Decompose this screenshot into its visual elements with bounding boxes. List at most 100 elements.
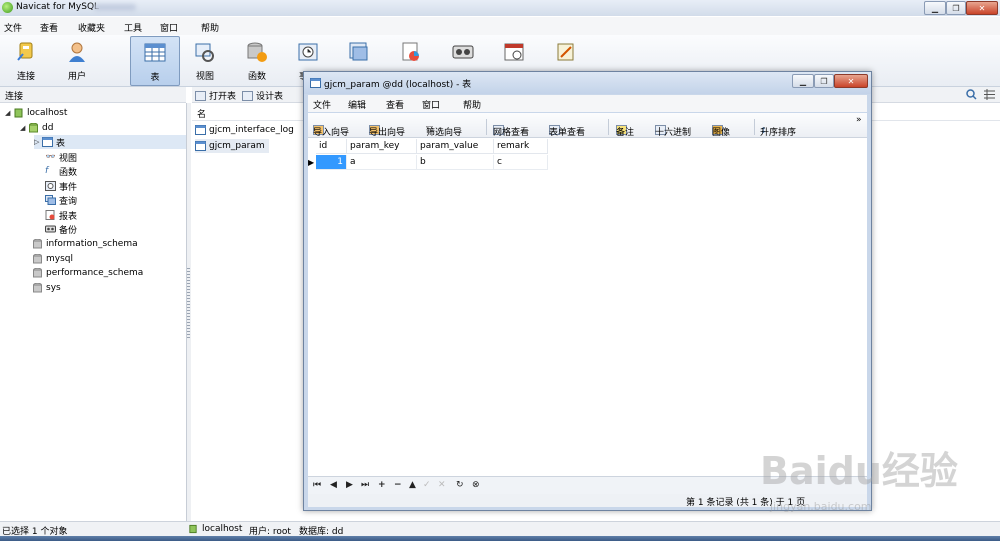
tree-item-information-schema[interactable]: information_schema (32, 237, 138, 251)
last-record-icon[interactable]: ⏭ (361, 480, 369, 490)
grid-cell-param-value[interactable]: b (417, 155, 494, 170)
import-wizard-label: 导入向导 (313, 128, 350, 138)
tree-label-functions: 函数 (59, 167, 78, 178)
grid-view-icon[interactable] (984, 89, 995, 100)
tree-label-views: 视图 (59, 153, 78, 164)
add-record-icon[interactable]: + (378, 480, 386, 490)
maximize-button[interactable]: ❐ (946, 1, 966, 15)
toolbar-connection-label: 连接 (16, 72, 35, 82)
form-view-label: 表单查看 (549, 128, 586, 138)
open-table-button[interactable]: 打开表 (195, 89, 236, 102)
menu-view[interactable]: 查看 (40, 21, 58, 34)
stop-icon[interactable]: ⊗ (472, 480, 480, 490)
menu-favorites[interactable]: 收藏夹 (78, 21, 105, 34)
menu-file[interactable]: 文件 (4, 21, 22, 34)
windows-taskbar (0, 536, 1000, 541)
table-window-minimize-button[interactable]: ▁ (792, 74, 814, 88)
grid-header-id[interactable]: id (316, 139, 347, 154)
image-label: 图像 (712, 128, 731, 138)
next-record-icon[interactable]: ▶ (346, 480, 353, 490)
close-button[interactable]: ✕ (966, 1, 998, 15)
hex-label: 十六进制 (655, 128, 692, 138)
table-item-gjcm-interface-log[interactable]: gjcm_interface_log (195, 123, 294, 137)
toolbar-user-button[interactable]: 用户 (53, 36, 101, 84)
menu-tools[interactable]: 工具 (124, 21, 142, 34)
event-icon (45, 181, 56, 191)
column-name-header[interactable]: 名 (197, 107, 206, 120)
menu-window[interactable]: 窗口 (160, 21, 178, 34)
tree-item-queries[interactable]: 查询 (45, 193, 77, 207)
toolbar-table-button[interactable]: 表 (130, 36, 180, 86)
splitter-grip[interactable] (187, 268, 190, 338)
toolbar-overflow-icon[interactable]: » (856, 115, 862, 125)
child-menu-edit[interactable]: 编辑 (348, 98, 366, 111)
tree-item-performance-schema[interactable]: performance_schema (32, 266, 143, 280)
tree-item-reports[interactable]: 报表 (45, 208, 77, 222)
table-item-gjcm-param[interactable]: gjcm_param (195, 139, 269, 153)
sort-ascending-label: 升序排序 (760, 128, 797, 138)
event-icon (298, 43, 318, 61)
title-redaction (94, 4, 136, 11)
tree-item-dd[interactable]: ◢ dd (20, 121, 53, 135)
grid-view-label: 网格查看 (493, 128, 530, 138)
toolbar-function-button[interactable]: 函数 (233, 36, 281, 84)
table-window-toolbar: 导入向导 导出向导 ▽ 筛选向导 网格查看 表单查看 备注 十六进制 图像 ↕ 升序… (308, 113, 867, 138)
search-icon[interactable] (966, 89, 977, 100)
design-table-label: 设计表 (256, 92, 284, 102)
first-record-icon[interactable]: ⏮ (313, 480, 321, 490)
tree-label-events: 事件 (59, 182, 78, 193)
model-icon (557, 43, 574, 61)
child-menu-help[interactable]: 帮助 (463, 98, 481, 111)
tree-label-queries: 查询 (59, 196, 78, 207)
tree-item-events[interactable]: 事件 (45, 179, 77, 193)
view-icon: 👓 (45, 152, 56, 161)
tree-label-tables: 表 (56, 138, 66, 149)
tree-item-views[interactable]: 👓 视图 (45, 150, 78, 164)
menu-help[interactable]: 帮助 (201, 21, 219, 34)
tree-item-localhost[interactable]: ◢ localhost (5, 106, 67, 120)
menu-bar: 文件 查看 收藏夹 工具 窗口 帮助 (0, 17, 1000, 35)
baidu-watermark-url: jingyan.baidu.com (770, 500, 872, 513)
function-icon: f (45, 166, 49, 176)
grid-header-param-key[interactable]: param_key (347, 139, 417, 154)
tree-item-mysql[interactable]: mysql (32, 252, 73, 266)
design-table-button[interactable]: 设计表 (242, 89, 283, 102)
title-bar (0, 0, 1000, 16)
delete-record-icon[interactable]: − (394, 480, 402, 490)
status-bar: 已选择 1 个对象 localhost 用户: root 数据库: dd (0, 521, 1000, 537)
view-icon (195, 43, 214, 62)
baidu-watermark: Baidu经验 (760, 449, 958, 493)
apply-changes-icon[interactable]: ▲ (409, 480, 416, 490)
tree-item-tables[interactable]: ▷ 表 (34, 135, 186, 149)
grid-cell-id[interactable]: 1 (316, 155, 347, 170)
tree-label-backups: 备份 (59, 225, 78, 236)
grid-cell-param-key[interactable]: a (347, 155, 417, 170)
toolbar-view-button[interactable]: 视图 (181, 36, 229, 84)
connection-pane-header: 连接 (0, 87, 186, 103)
prior-record-icon[interactable]: ◀ (330, 480, 337, 490)
grid-header-remark[interactable]: remark (494, 139, 548, 154)
user-icon (69, 42, 85, 62)
refresh-icon[interactable]: ↻ (456, 480, 464, 490)
table-window-close-button[interactable]: ✕ (834, 74, 868, 88)
grid-cell-remark[interactable]: c (494, 155, 548, 170)
query-icon (45, 195, 56, 205)
tree-item-functions[interactable]: f 函数 (45, 164, 77, 178)
export-wizard-label: 导出向导 (369, 128, 406, 138)
tree-item-backups[interactable]: 备份 (45, 222, 77, 236)
tree-item-sys[interactable]: sys (32, 281, 61, 295)
grid-header-param-value[interactable]: param_value (417, 139, 494, 154)
table-window-titlebar[interactable]: gjcm_param @dd (localhost) - 表 ▁ ❐ ✕ (304, 72, 871, 94)
database-icon (33, 283, 42, 293)
child-menu-view[interactable]: 查看 (386, 98, 404, 111)
toolbar-connection-button[interactable]: 连接 (2, 36, 50, 84)
child-menu-window[interactable]: 窗口 (422, 98, 440, 111)
connection-pane-title: 连接 (5, 92, 24, 102)
table-window-maximize-button[interactable]: ❐ (814, 74, 834, 88)
minimize-button[interactable]: ▁ (924, 1, 946, 15)
data-grid: id param_key param_value remark ▶ 1 a b … (308, 138, 867, 476)
child-menu-file[interactable]: 文件 (313, 98, 331, 111)
backup-icon (452, 45, 474, 59)
database-icon (33, 239, 42, 249)
backup-icon (45, 225, 56, 233)
